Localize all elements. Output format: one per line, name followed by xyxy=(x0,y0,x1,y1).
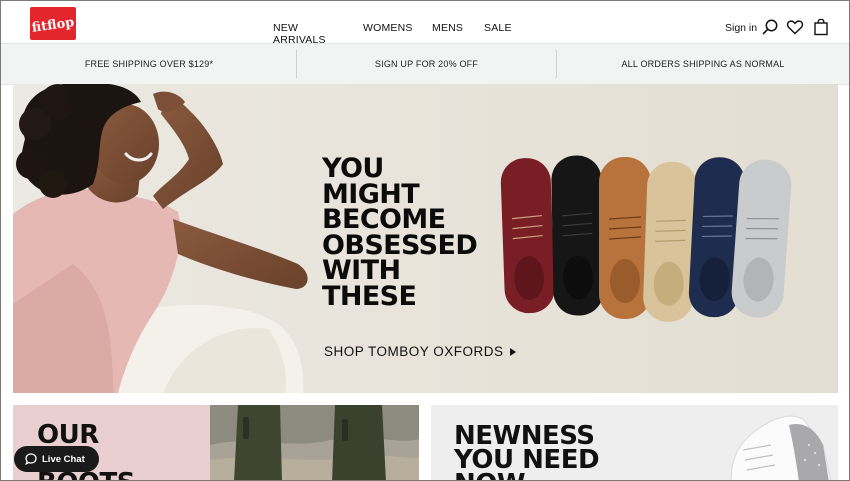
shopping-bag-icon[interactable] xyxy=(812,18,830,36)
newness-promo-tile[interactable]: NEWNESS YOU NEED NOW xyxy=(431,405,838,480)
boots-image xyxy=(210,405,419,480)
shop-tomboy-oxfords-link[interactable]: SHOP TOMBOY OXFORDS xyxy=(324,344,516,359)
nav-item-womens[interactable]: WOMENS xyxy=(363,22,413,34)
hero-headline: YOU MIGHT BECOME OBSESSED WITH THESE xyxy=(322,153,502,312)
headline-line: BECOME xyxy=(322,204,446,235)
cta-label: SHOP TOMBOY OXFORDS xyxy=(324,344,504,359)
search-icon[interactable] xyxy=(761,18,779,36)
play-arrow-icon xyxy=(509,347,516,356)
boots-photo xyxy=(210,405,419,480)
browser-page: fitflop NEW ARRIVALS WOMENS MENS SALE Si… xyxy=(0,0,850,481)
sign-in-link[interactable]: Sign in xyxy=(725,22,757,34)
promo-bar: FREE SHIPPING OVER $129* SIGN UP FOR 20%… xyxy=(1,43,849,85)
headline-line: YOU xyxy=(322,153,384,184)
logo-wordmark: fitflop xyxy=(31,15,75,36)
chat-bubble-icon xyxy=(25,453,37,465)
tile-title-line: OUR xyxy=(37,420,99,450)
promo-shipping-notice[interactable]: ALL ORDERS SHIPPING AS NORMAL xyxy=(557,44,849,84)
live-chat-label: Live Chat xyxy=(42,453,85,465)
svg-text:fitflop: fitflop xyxy=(31,15,75,36)
sneaker-image xyxy=(730,415,832,480)
site-header: fitflop NEW ARRIVALS WOMENS MENS SALE Si… xyxy=(1,1,849,46)
tile-title-line: BOOTS xyxy=(37,470,135,480)
heart-icon[interactable] xyxy=(786,18,804,36)
nav-item-mens[interactable]: MENS xyxy=(432,22,463,34)
nav-item-sale[interactable]: SALE xyxy=(484,22,512,34)
headline-line: WITH xyxy=(322,255,401,286)
promo-signup-offer[interactable]: SIGN UP FOR 20% OFF xyxy=(297,44,556,84)
promo-free-shipping[interactable]: FREE SHIPPING OVER $129* xyxy=(1,44,297,84)
fitflop-logo[interactable]: fitflop xyxy=(30,7,76,40)
hero-banner[interactable]: YOU MIGHT BECOME OBSESSED WITH THESE SHO… xyxy=(13,84,838,393)
live-chat-button[interactable]: Live Chat xyxy=(14,446,99,472)
headline-line: THESE xyxy=(322,280,417,312)
shoe-lineup xyxy=(500,155,792,322)
